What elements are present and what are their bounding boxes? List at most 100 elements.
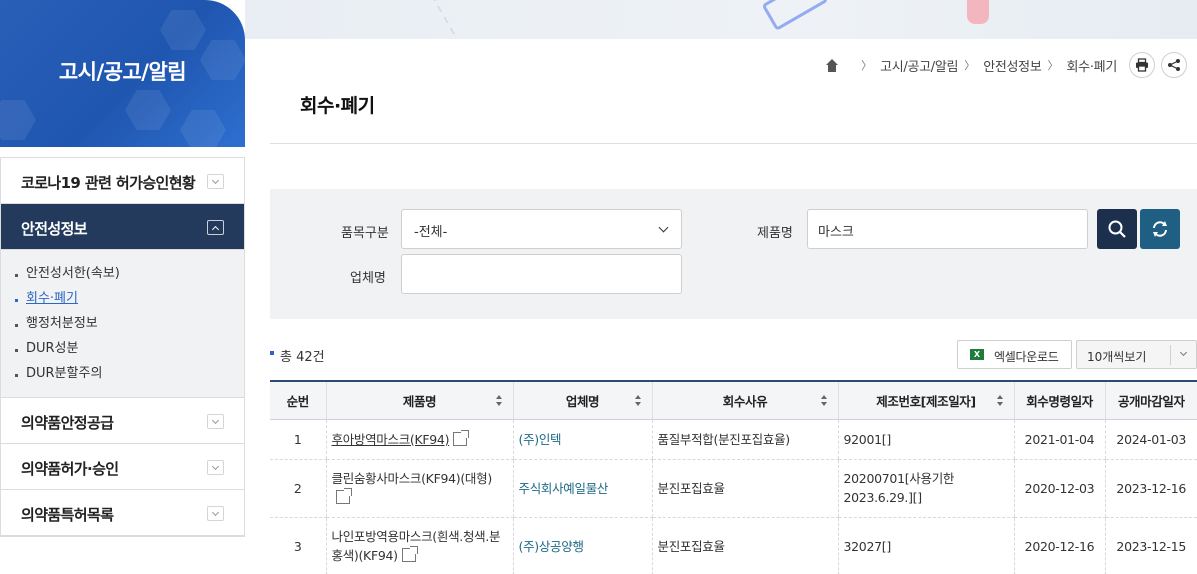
cell-reason: 분진포집효율 — [651, 459, 838, 518]
breadcrumb: 〉 고시/공고/알림 〉 안전성정보 〉 회수·폐기 — [825, 52, 1187, 78]
top-banner — [245, 0, 1197, 39]
table-row: 1 후아방역마스크(KF94) (주)인텍 품질부적합(분진포집효율) 9200… — [270, 419, 1197, 460]
sidebar-menu: 코로나19 관련 허가승인현황 안전성정보 안전성서한(속보) 회수·폐기 행정… — [0, 157, 245, 537]
column-header-no: 순번 — [270, 381, 326, 420]
sidebar-item-supply[interactable]: 의약품안정공급 — [1, 398, 244, 444]
cell-lot: 32027[] — [837, 517, 1014, 574]
page: 고시/공고/알림 코로나19 관련 허가승인현황 안전성정보 안전성서한(속보)… — [0, 0, 1197, 574]
cell-product[interactable]: 클린숨황사마스크(KF94)(대형) — [325, 459, 513, 518]
submenu-item-dur-ingredient[interactable]: DUR성분 — [15, 339, 244, 364]
category-select[interactable]: -전체- — [401, 209, 682, 249]
cell-close-date: 2023-12-15 — [1104, 517, 1197, 574]
sidebar-item-covid19[interactable]: 코로나19 관련 허가승인현황 — [1, 158, 244, 204]
product-name-label: 제품명 — [757, 226, 793, 241]
product-name-input[interactable]: 마스크 — [807, 209, 1088, 249]
cell-product[interactable]: 후아방역마스크(KF94) — [325, 419, 513, 460]
left-sidebar: 고시/공고/알림 코로나19 관련 허가승인현황 안전성정보 안전성서한(속보)… — [0, 0, 245, 574]
column-header-reason[interactable]: 회수사유 — [651, 381, 838, 420]
sidebar-item-safety-info[interactable]: 안전성정보 — [1, 204, 244, 250]
breadcrumb-item[interactable]: 고시/공고/알림 — [880, 56, 958, 75]
external-link-icon[interactable] — [453, 429, 470, 446]
excel-icon: X — [970, 349, 984, 360]
submenu-item-admin-action[interactable]: 행정처분정보 — [15, 314, 244, 339]
sidebar-item-patent[interactable]: 의약품특허목록 — [1, 490, 244, 536]
hex-decoration — [160, 10, 206, 50]
cell-product[interactable]: 나인포방역용마스크(흰색.청색.분홍색)(KF94) — [325, 517, 513, 574]
reset-button[interactable] — [1140, 209, 1180, 249]
product-link[interactable]: 클린숨황사마스크(KF94)(대형) — [332, 471, 493, 486]
external-link-icon[interactable] — [401, 546, 418, 562]
chevron-up-icon[interactable] — [207, 220, 224, 235]
company-label: 업체명 — [350, 271, 386, 286]
share-icon — [1168, 59, 1180, 71]
cell-order-date: 2020-12-03 — [1013, 459, 1105, 518]
sort-icon[interactable] — [820, 395, 828, 406]
print-icon — [1136, 58, 1148, 72]
cell-reason: 분진포집효율 — [651, 517, 838, 574]
cell-company[interactable]: (주)상공양행 — [512, 517, 652, 574]
page-size-value: 10개씩보기 — [1087, 350, 1147, 364]
cell-close-date: 2023-12-16 — [1104, 459, 1197, 518]
character-decoration — [967, 0, 989, 24]
submenu-item-dur-split[interactable]: DUR분할주의 — [15, 364, 244, 389]
cell-reason: 품질부적합(분진포집효율) — [651, 419, 838, 460]
breadcrumb-item[interactable]: 회수·폐기 — [1067, 56, 1118, 75]
column-header-company[interactable]: 업체명 — [512, 381, 652, 420]
table-header-row: 순번 제품명 업체명 회수사유 제조번호[제조일자] 회수명령일자 공개마감일자 — [270, 381, 1197, 420]
page-size-select[interactable]: 10개씩보기 — [1076, 340, 1197, 369]
column-header-order-date: 회수명령일자 — [1013, 381, 1105, 420]
divider — [270, 143, 1197, 144]
category-label: 품목구분 — [341, 226, 389, 241]
sort-icon[interactable] — [996, 395, 1004, 406]
recall-table: 순번 제품명 업체명 회수사유 제조번호[제조일자] 회수명령일자 공개마감일자… — [270, 380, 1197, 574]
cell-close-date: 2024-01-03 — [1104, 419, 1197, 460]
sidebar-item-label: 코로나19 관련 허가승인현황 — [21, 174, 196, 192]
excel-download-button[interactable]: X 엑셀다운로드 — [957, 340, 1072, 369]
chevron-down-icon — [207, 506, 224, 521]
column-header-product[interactable]: 제품명 — [325, 381, 513, 420]
chevron-down-icon — [207, 174, 224, 189]
hex-decoration — [180, 110, 226, 147]
table-row: 3 나인포방역용마스크(흰색.청색.분홍색)(KF94) (주)상공양행 분진포… — [270, 517, 1197, 574]
cell-no: 1 — [270, 419, 326, 460]
submenu-item-safety-letter[interactable]: 안전성서한(속보) — [15, 264, 244, 289]
column-header-close-date: 공개마감일자 — [1104, 381, 1197, 420]
chevron-right-icon: 〉 — [861, 59, 873, 72]
cell-company[interactable]: (주)인텍 — [512, 419, 652, 460]
search-button[interactable] — [1097, 209, 1137, 249]
sort-icon[interactable] — [495, 395, 503, 406]
hex-decoration — [125, 90, 171, 130]
sort-icon[interactable] — [634, 395, 642, 406]
submenu-item-recall[interactable]: 회수·폐기 — [15, 289, 244, 314]
hex-decoration — [0, 100, 36, 140]
company-input[interactable] — [401, 254, 682, 294]
column-header-lot[interactable]: 제조번호[제조일자] — [837, 381, 1014, 420]
cell-company[interactable]: 주식회사예일물산 — [512, 459, 652, 518]
cell-order-date: 2020-12-16 — [1013, 517, 1105, 574]
banner-decoration — [761, 0, 829, 31]
dna-decoration — [430, 0, 520, 39]
result-toolbar: 총 42건 X 엑셀다운로드 10개씩보기 — [270, 339, 1197, 369]
result-count: 총 42건 — [270, 346, 325, 365]
search-panel: 품목구분 -전체- 제품명 마스크 업체명 — [270, 189, 1197, 319]
divider — [1170, 345, 1171, 365]
sidebar-item-approval[interactable]: 의약품허가·승인 — [1, 444, 244, 490]
table-row: 2 클린숨황사마스크(KF94)(대형) 주식회사예일물산 분진포집효율 202… — [270, 459, 1197, 518]
chevron-down-icon — [1179, 348, 1188, 357]
chevron-down-icon — [207, 414, 224, 429]
submenu-list: 안전성서한(속보) 회수·폐기 행정처분정보 DUR성분 DUR분할주의 — [1, 250, 244, 398]
sidebar-item-label: 의약품특허목록 — [21, 506, 114, 524]
home-icon[interactable] — [825, 58, 839, 72]
excel-download-label: 엑셀다운로드 — [994, 350, 1059, 364]
external-link-icon[interactable] — [335, 488, 352, 504]
chevron-down-icon — [658, 222, 669, 233]
sidebar-hero: 고시/공고/알림 — [0, 0, 245, 147]
sidebar-item-label: 의약품안정공급 — [21, 414, 114, 432]
product-link[interactable]: 후아방역마스크(KF94) — [332, 432, 450, 447]
chevron-right-icon: 〉 — [1047, 59, 1059, 72]
cell-no: 3 — [270, 517, 326, 574]
share-button[interactable] — [1161, 52, 1187, 78]
page-title: 회수·폐기 — [300, 95, 375, 117]
breadcrumb-item[interactable]: 안전성정보 — [983, 56, 1042, 75]
print-button[interactable] — [1129, 52, 1155, 78]
